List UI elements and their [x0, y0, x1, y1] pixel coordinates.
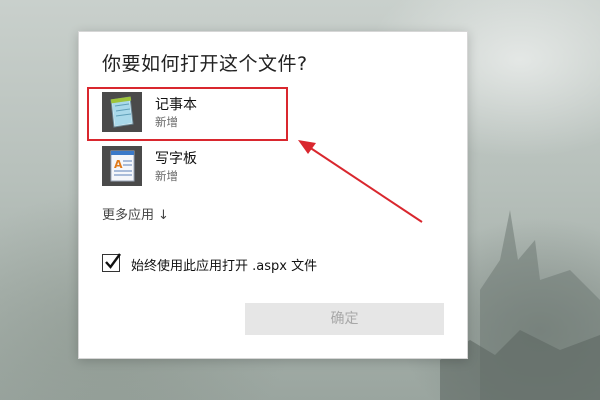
checkmark-icon — [105, 253, 121, 269]
dialog-title: 你要如何打开这个文件? — [102, 53, 308, 75]
always-use-checkbox[interactable] — [102, 253, 121, 272]
app-name: 写字板 — [155, 151, 197, 167]
arrow-down-icon: ↓ — [158, 208, 169, 223]
always-use-label: 始终使用此应用打开 .aspx 文件 — [131, 259, 318, 274]
more-apps-label: 更多应用 — [102, 208, 155, 223]
app-option-wordpad[interactable]: A 写字板 新增 — [102, 144, 382, 190]
open-with-dialog: 你要如何打开这个文件? 记事本 新增 A 写字板 新增 更多应用 ↓ 始终使用此… — [78, 31, 468, 359]
more-apps-link[interactable]: 更多应用 ↓ — [102, 204, 169, 223]
svg-text:A: A — [114, 158, 123, 171]
highlight-box — [87, 87, 288, 141]
wordpad-icon: A — [102, 146, 142, 186]
ok-button[interactable]: 确定 — [245, 303, 444, 335]
app-subtitle: 新增 — [155, 169, 178, 183]
